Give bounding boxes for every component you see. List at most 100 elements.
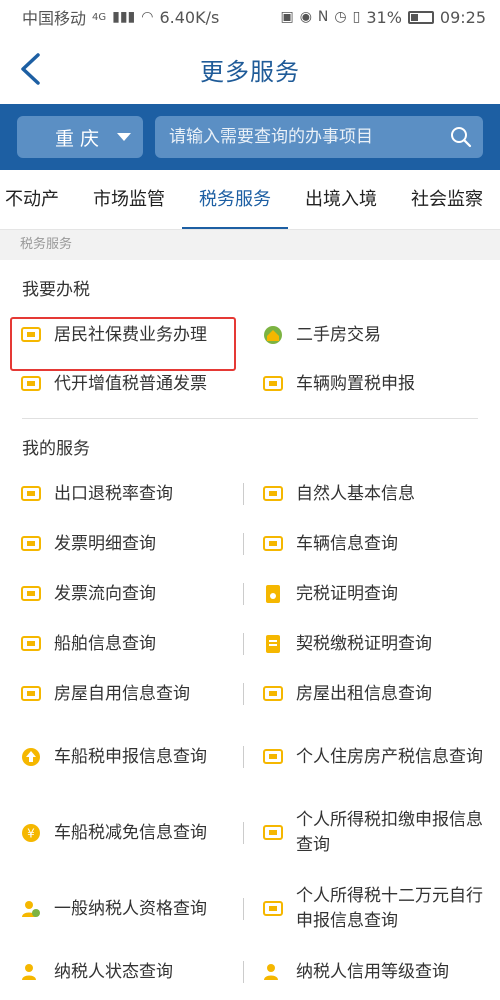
service-label: 完税证明查询 <box>296 583 398 604</box>
service-item[interactable]: 契税缴税证明查询 <box>250 632 490 657</box>
ticket-icon <box>21 327 41 342</box>
service-row: 车船税申报信息查询 个人住房房产税信息查询 <box>10 719 490 795</box>
yuan-coin-icon: ¥ <box>22 824 40 842</box>
certificate-icon <box>266 585 280 603</box>
svg-text:¥: ¥ <box>27 827 35 841</box>
service-item[interactable]: 发票明细查询 <box>10 532 250 557</box>
nfc-icon: Ν <box>317 9 329 25</box>
service-row: 房屋自用信息查询 房屋出租信息查询 <box>10 669 490 719</box>
service-label: 契税缴税证明查询 <box>296 633 432 654</box>
ticket-icon <box>263 825 283 840</box>
service-label: 车辆信息查询 <box>296 533 398 554</box>
alarm-icon: ◷ <box>334 9 347 25</box>
column-separator <box>243 961 244 983</box>
service-label: 纳税人信用等级查询 <box>296 961 449 982</box>
service-label: 二手房交易 <box>296 324 381 345</box>
column-separator <box>243 746 244 768</box>
column-separator <box>243 483 244 505</box>
ticket-icon <box>263 686 283 701</box>
ticket-icon <box>21 586 41 601</box>
service-item[interactable]: 车辆购置税申报 <box>250 372 490 397</box>
breadcrumb: 税务服务 <box>0 230 500 260</box>
document-icon <box>266 635 280 653</box>
clock: 09:25 <box>439 7 486 27</box>
service-item[interactable]: 发票流向查询 <box>10 582 250 607</box>
service-row: 船舶信息查询 契税缴税证明查询 <box>10 619 490 669</box>
battery-icon <box>407 10 434 24</box>
city-selector[interactable]: 重庆 <box>17 116 143 158</box>
column-separator <box>243 683 244 705</box>
service-item[interactable]: 二手房交易 <box>250 323 490 348</box>
search-field[interactable] <box>155 116 483 158</box>
battery-percent: 31% <box>366 7 402 27</box>
column-separator <box>243 898 244 920</box>
nav-bar: 更多服务 <box>0 34 500 104</box>
service-item[interactable]: 车辆信息查询 <box>250 532 490 557</box>
service-item[interactable]: 出口退税率查询 <box>10 482 250 507</box>
ticket-icon <box>21 536 41 551</box>
service-item[interactable]: 代开增值税普通发票 <box>10 372 250 397</box>
ticket-icon <box>21 686 41 701</box>
tax-handling-grid: 居民社保费业务办理 二手房交易 代开增值税普通发票 车辆购置税申报 <box>0 310 500 408</box>
service-label: 车辆购置税申报 <box>296 373 415 394</box>
service-item[interactable]: 一般纳税人资格查询 <box>10 897 250 922</box>
service-label: 发票流向查询 <box>54 583 156 604</box>
service-item[interactable]: 完税证明查询 <box>250 582 490 607</box>
chevron-left-icon <box>21 53 40 85</box>
service-label: 个人所得税十二万元自行申报信息查询 <box>296 886 483 931</box>
service-item[interactable]: 个人所得税扣缴申报信息查询 <box>250 808 490 858</box>
service-item[interactable]: 房屋自用信息查询 <box>10 682 250 707</box>
service-item[interactable]: ¥ 车船税减免信息查询 <box>10 821 250 846</box>
tab-social-supervision[interactable]: 社会监察 <box>394 170 500 229</box>
service-label: 居民社保费业务办理 <box>54 324 207 345</box>
user-icon <box>22 901 40 917</box>
search-icon[interactable] <box>449 125 473 149</box>
network-type: 4G <box>92 11 107 23</box>
service-label: 个人住房房产税信息查询 <box>296 746 483 767</box>
carrier: 中国移动 <box>22 9 87 28</box>
tab-real-estate[interactable]: 不动产 <box>0 170 76 229</box>
category-tabs: 不动产 市场监管 税务服务 出境入境 社会监察 <box>0 170 500 230</box>
city-label: 重庆 <box>54 127 105 150</box>
search-bar: 重庆 <box>0 104 500 170</box>
column-separator <box>243 583 244 605</box>
ticket-icon <box>263 749 283 764</box>
service-row: 代开增值税普通发票 车辆购置税申报 <box>10 360 490 408</box>
tab-tax-service[interactable]: 税务服务 <box>182 170 288 229</box>
status-bar: 中国移动 4G ▮▮▮ ◠ 6.40K/s ▣ ◉ Ν ◷ ▯ 31% 09:2… <box>0 0 500 34</box>
service-item[interactable]: 车船税申报信息查询 <box>10 745 250 770</box>
net-speed: 6.40K/s <box>159 7 220 27</box>
column-separator <box>243 822 244 844</box>
ticket-icon <box>263 376 283 391</box>
service-item[interactable]: 个人所得税十二万元自行申报信息查询 <box>250 884 490 934</box>
service-label: 一般纳税人资格查询 <box>54 898 207 919</box>
section-title-tax-handling: 我要办税 <box>22 280 90 300</box>
service-row: 出口退税率查询 自然人基本信息 <box>10 469 490 519</box>
service-item[interactable]: 船舶信息查询 <box>10 632 250 657</box>
service-label: 自然人基本信息 <box>296 483 415 504</box>
tab-market-regulation[interactable]: 市场监管 <box>76 170 182 229</box>
service-label: 船舶信息查询 <box>54 633 156 654</box>
service-item[interactable]: 个人住房房产税信息查询 <box>250 745 490 770</box>
user-icon <box>264 964 278 980</box>
wifi-icon: ◠ <box>141 9 154 25</box>
service-label: 房屋自用信息查询 <box>54 683 190 704</box>
tab-exit-entry[interactable]: 出境入境 <box>288 170 394 229</box>
service-row: 发票流向查询 完税证明查询 <box>10 569 490 619</box>
search-input[interactable] <box>169 127 449 147</box>
back-button[interactable] <box>16 52 46 86</box>
service-item[interactable]: 房屋出租信息查询 <box>250 682 490 707</box>
service-item[interactable]: 纳税人信用等级查询 <box>250 960 490 985</box>
service-label: 发票明细查询 <box>54 533 156 554</box>
service-label: 个人所得税扣缴申报信息查询 <box>296 810 483 855</box>
page-title: 更多服务 <box>200 57 300 86</box>
service-item[interactable]: 纳税人状态查询 <box>10 960 250 985</box>
service-item[interactable]: 自然人基本信息 <box>250 482 490 507</box>
service-row: 发票明细查询 车辆信息查询 <box>10 519 490 569</box>
ticket-icon <box>21 486 41 501</box>
service-label: 纳税人状态查询 <box>54 961 173 982</box>
ticket-icon <box>263 486 283 501</box>
upload-icon <box>22 748 40 766</box>
signal-icon: ▮▮▮ <box>112 9 136 25</box>
service-item[interactable]: 居民社保费业务办理 <box>10 323 250 348</box>
